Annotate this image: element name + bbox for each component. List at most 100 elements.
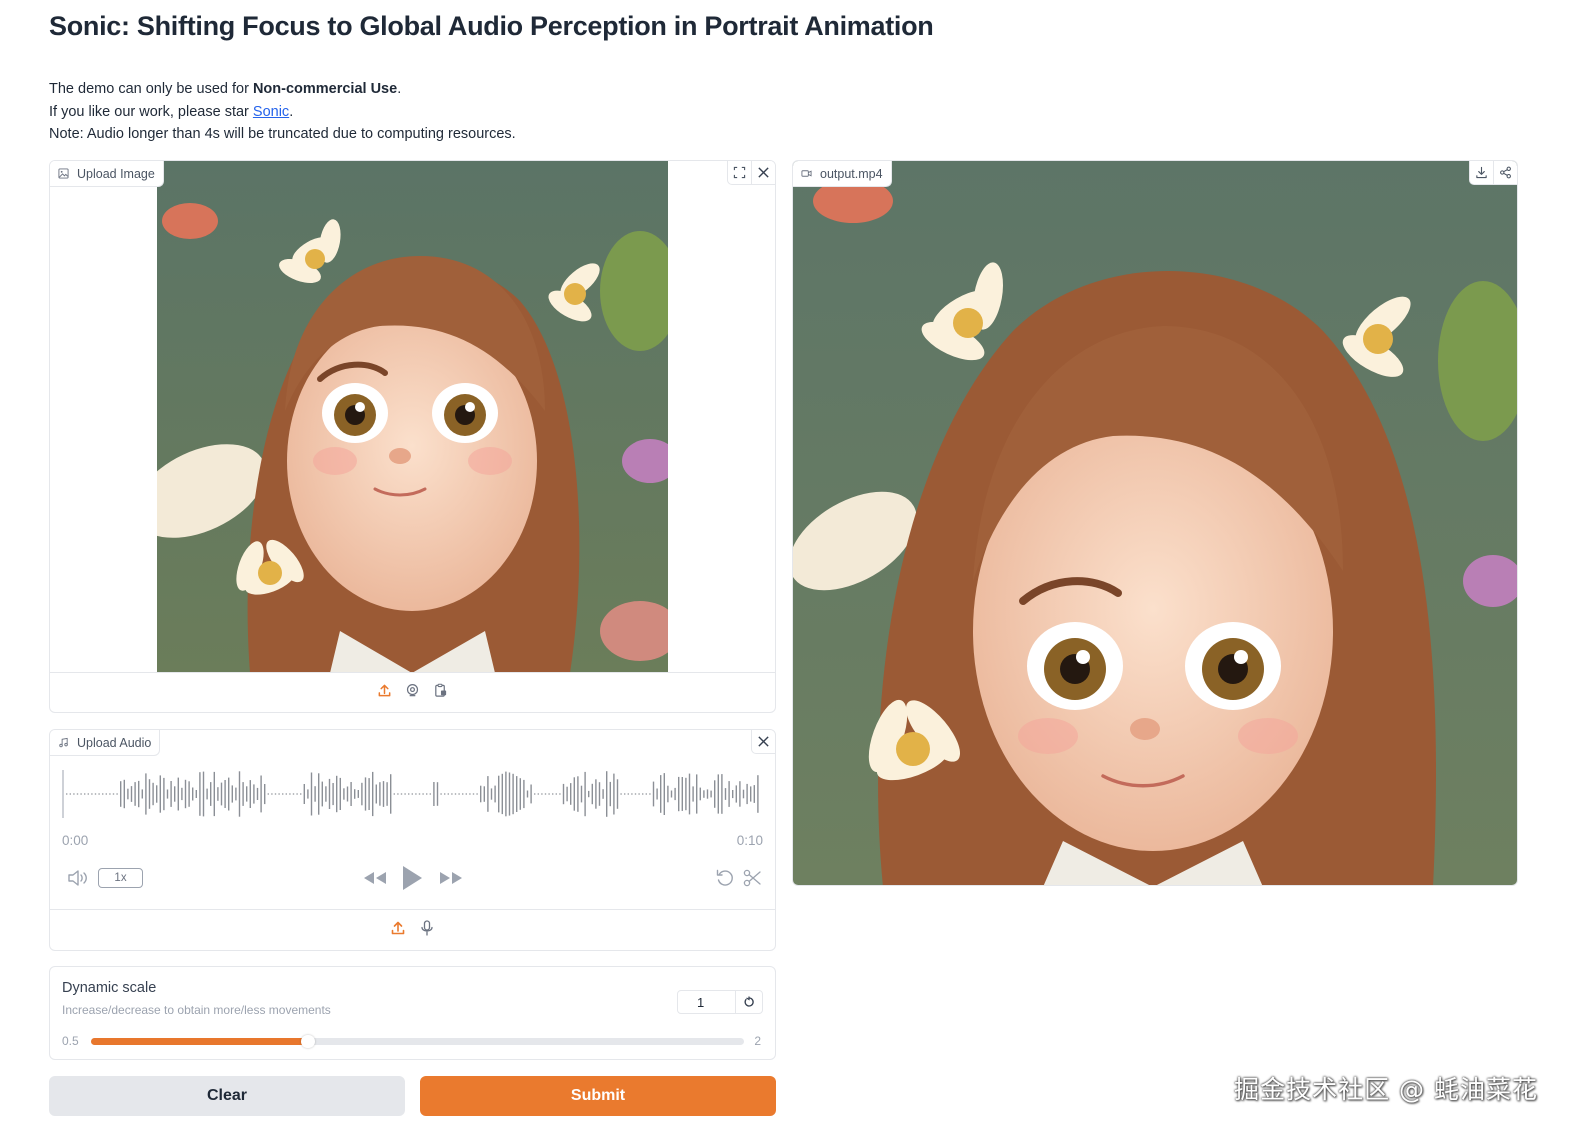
- microphone-icon: [421, 919, 433, 936]
- clear-audio-button[interactable]: [751, 730, 775, 754]
- waveform-bar: [138, 780, 140, 808]
- upload-audio-source-button[interactable]: [390, 920, 406, 941]
- microphone-source-button[interactable]: [419, 919, 435, 941]
- waveform-bar: [375, 784, 377, 804]
- waveform-bar: [728, 781, 730, 807]
- waveform-bar: [94, 793, 97, 795]
- waveform-bar: [541, 793, 543, 795]
- video-icon: [801, 170, 812, 177]
- waveform-bar: [415, 793, 417, 795]
- waveform-bar: [735, 785, 737, 803]
- output-video-panel[interactable]: output.mp4: [792, 160, 1518, 886]
- slider-track[interactable]: [91, 1035, 744, 1048]
- image-icon: [58, 168, 69, 179]
- waveform-bar: [418, 793, 421, 795]
- waveform-bar: [382, 781, 385, 807]
- waveform-bar: [400, 793, 403, 795]
- waveform-bar: [667, 785, 669, 803]
- fullscreen-button[interactable]: [727, 161, 751, 185]
- waveform-bar: [325, 786, 327, 802]
- waveform-bar: [303, 784, 305, 804]
- slider-reset-button[interactable]: [736, 991, 762, 1013]
- waveform-bar: [577, 776, 579, 812]
- clipboard-icon: [435, 683, 447, 697]
- waveform-bar: [224, 780, 226, 808]
- share-button[interactable]: [1493, 161, 1517, 185]
- waveform-bar: [285, 793, 287, 795]
- slider-min-label: 0.5: [62, 1034, 79, 1048]
- webcam-source-button[interactable]: [405, 683, 420, 703]
- waveform-bar: [501, 773, 503, 815]
- upload-icon: [378, 684, 391, 696]
- skip-forward-button[interactable]: [438, 868, 464, 893]
- download-button[interactable]: [1469, 161, 1493, 185]
- waveform-bar: [202, 771, 205, 817]
- waveform-bar: [454, 793, 457, 795]
- waveform-bar: [249, 780, 251, 808]
- waveform-bar: [505, 771, 507, 817]
- waveform-bar: [192, 787, 194, 801]
- waveform-bar: [105, 793, 107, 795]
- waveform-bar: [523, 779, 525, 809]
- slider-label: Dynamic scale: [62, 980, 157, 996]
- waveform-bar: [174, 786, 176, 802]
- waveform-bar: [674, 787, 676, 801]
- trim-button[interactable]: [742, 868, 762, 893]
- waveform-bar: [289, 793, 291, 795]
- waveform-bar: [408, 793, 410, 795]
- intro-text: The demo can only be used for Non-commer…: [49, 78, 516, 146]
- clear-button[interactable]: Clear: [49, 1076, 405, 1116]
- waveform-bar: [645, 793, 647, 795]
- waveform-bar: [102, 793, 104, 795]
- skip-backward-button[interactable]: [362, 868, 388, 893]
- waveform-bar: [519, 778, 521, 810]
- waveform-bar: [742, 789, 745, 799]
- waveform-bar: [84, 793, 86, 795]
- waveform-bar: [120, 781, 122, 807]
- waveform-bar: [487, 776, 489, 812]
- waveform-bar: [714, 780, 716, 808]
- waveform-bar: [361, 782, 363, 806]
- waveform-bar: [148, 779, 151, 809]
- waveform-bar: [163, 777, 165, 811]
- waveform-bar: [76, 793, 79, 795]
- intro-line-3: Note: Audio longer than 4s will be trunc…: [49, 126, 516, 142]
- waveform-bar: [152, 782, 154, 806]
- playback-speed-button[interactable]: 1x: [98, 868, 143, 888]
- waveform-bar: [649, 793, 651, 795]
- waveform-bar: [184, 779, 187, 809]
- volume-button[interactable]: [67, 868, 89, 893]
- play-button[interactable]: [400, 864, 424, 897]
- waveform-bar: [364, 777, 367, 811]
- waveform-bar: [242, 782, 244, 806]
- fullscreen-icon: [733, 166, 746, 179]
- waveform-bar: [256, 787, 259, 800]
- waveform-bar: [210, 782, 212, 806]
- waveform-bar: [195, 790, 197, 798]
- waveform-bar: [130, 786, 133, 802]
- clear-image-button[interactable]: [751, 161, 775, 185]
- clipboard-source-button[interactable]: [433, 683, 448, 703]
- output-video-frame[interactable]: [793, 161, 1518, 886]
- reset-icon: [744, 996, 754, 1007]
- audio-waveform[interactable]: [62, 766, 762, 822]
- waveform-bar: [746, 783, 748, 805]
- undo-trim-button[interactable]: [715, 868, 735, 893]
- audio-upload-panel[interactable]: Upload Audio 0:00 0:10 1x: [49, 729, 776, 951]
- slider-number-input[interactable]: 1: [678, 991, 736, 1013]
- audio-current-time: 0:00: [62, 833, 89, 848]
- waveform-bar: [663, 773, 665, 815]
- waveform-bar: [127, 788, 129, 800]
- waveform-bar: [199, 772, 201, 816]
- sonic-link[interactable]: Sonic: [253, 104, 289, 120]
- waveform-bar: [703, 790, 705, 798]
- waveform-bar: [440, 793, 442, 795]
- slider-thumb[interactable]: [301, 1035, 316, 1048]
- waveform-bar: [87, 793, 89, 795]
- submit-button[interactable]: Submit: [420, 1076, 776, 1116]
- image-upload-panel[interactable]: Upload Image: [49, 160, 776, 713]
- waveform-bar: [634, 793, 637, 795]
- waveform-bar: [739, 781, 741, 807]
- upload-source-button[interactable]: [377, 683, 392, 703]
- waveform-bar: [343, 788, 345, 800]
